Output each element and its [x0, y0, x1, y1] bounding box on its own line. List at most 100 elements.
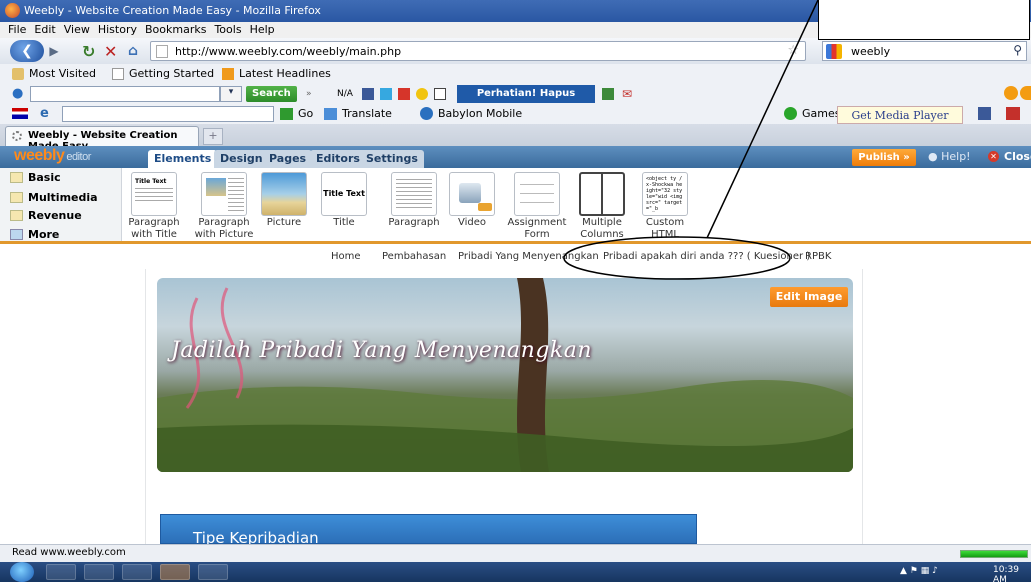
search-magnifier-icon[interactable]: ⚲ [1013, 43, 1022, 57]
search-input[interactable]: weebly ⚲ [822, 41, 1027, 61]
category-more[interactable]: More [10, 228, 59, 241]
bookmark-getting-started[interactable]: Getting Started [112, 67, 214, 80]
tab-weebly[interactable]: Weebly - Website Creation Made Easy [5, 126, 199, 152]
bookmark-most-visited[interactable]: Most Visited [12, 67, 96, 80]
category-multimedia[interactable]: Multimedia [10, 191, 98, 204]
site-nav-rpbk[interactable]: RPBK [805, 251, 831, 262]
menu-view[interactable]: View [64, 23, 90, 36]
toolbar-orange-icon[interactable] [1004, 86, 1018, 100]
toolbar-chevron-icon[interactable]: » [306, 86, 312, 102]
status-bar: Read www.weebly.com [0, 544, 1031, 562]
element-multiple-columns[interactable]: Multiple Columns [567, 168, 637, 241]
flag-icon[interactable] [12, 108, 28, 119]
taskbar-app-icon[interactable] [122, 564, 152, 580]
paragraph-thumbnail [391, 172, 437, 216]
rss-icon [222, 67, 234, 80]
toolbar-search-button[interactable]: Search [246, 86, 297, 102]
games-icon [784, 107, 797, 120]
tray-icons[interactable]: ▲ ⚑ ▦ ♪ [900, 566, 938, 576]
element-assignment-form[interactable]: Assignment Form [502, 168, 572, 241]
tab-elements[interactable]: Elements [148, 150, 218, 168]
go-arrow-icon [280, 107, 293, 120]
publish-button[interactable]: Publish » [852, 149, 916, 166]
element-paragraph-with-title[interactable]: Title Text Paragraph with Title [119, 168, 189, 241]
site-nav-pembahasan[interactable]: Pembahasan [382, 251, 446, 262]
element-palette: Basic Multimedia Revenue More Title Text… [0, 168, 1031, 244]
youtube-icon[interactable] [398, 88, 410, 100]
menu-bookmarks[interactable]: Bookmarks [145, 23, 206, 36]
element-video[interactable]: Video [437, 168, 507, 241]
taskbar-media-icon[interactable] [84, 564, 114, 580]
menu-history[interactable]: History [98, 23, 137, 36]
site-nav-home[interactable]: Home [331, 251, 361, 262]
forward-button[interactable]: ▶ [42, 40, 66, 62]
back-button[interactable]: ❮ [10, 40, 44, 62]
toolbar-search-input[interactable] [30, 86, 220, 102]
close-editor-button[interactable]: ✕Close [988, 150, 1031, 163]
addon-toolbar-2: е Go Translate Babylon Mobile Games Get … [0, 104, 1031, 139]
multiple-columns-thumbnail [579, 172, 625, 216]
category-revenue[interactable]: Revenue [10, 209, 82, 222]
tab-editors[interactable]: Editors [310, 150, 366, 168]
tab-design[interactable]: Design [214, 150, 269, 168]
babylon-mobile-button[interactable]: Babylon Mobile [420, 107, 522, 120]
help-link[interactable]: ● Help! [928, 150, 971, 163]
bookmark-latest-headlines[interactable]: Latest Headlines [222, 67, 331, 80]
element-categories: Basic Multimedia Revenue More [0, 168, 122, 241]
taskbar-explorer-icon[interactable] [46, 564, 76, 580]
stop-icon[interactable]: ✕ [104, 40, 117, 62]
toolbar-orange-icon-2[interactable] [1020, 86, 1031, 100]
reload-icon[interactable]: ↻ [82, 40, 95, 62]
header-banner-image[interactable]: Jadilah Pribadi Yang Menyenangkan Edit I… [157, 278, 853, 472]
smiley-icon[interactable] [416, 88, 428, 100]
mail-icon[interactable]: ✉ [622, 86, 632, 102]
facebook-icon[interactable] [362, 88, 374, 100]
games-button[interactable]: Games [784, 107, 840, 120]
site-nav-pribadi-yang-menyenangkan[interactable]: Pribadi Yang Menyenangkan [458, 251, 599, 262]
paragraph-with-picture-thumbnail [201, 172, 247, 216]
menu-file[interactable]: File [8, 23, 26, 36]
site-navigation: Home Pembahasan Pribadi Yang Menyenangka… [295, 247, 855, 269]
windows-taskbar: ▲ ⚑ ▦ ♪ 10:39 AM [0, 562, 1031, 582]
search-value: weebly [851, 45, 891, 58]
translate-button[interactable]: Translate [324, 107, 392, 120]
amazon-icon[interactable] [434, 88, 446, 100]
bookmarks-toolbar: Most Visited Getting Started Latest Head… [0, 64, 1031, 84]
new-tab-button[interactable]: + [203, 128, 223, 145]
loading-icon [12, 131, 22, 141]
folder-icon [10, 172, 23, 183]
section-header: Tipe Kepribadian [160, 514, 697, 547]
tab-settings[interactable]: Settings [360, 150, 424, 168]
menu-tools[interactable]: Tools [214, 23, 241, 36]
youtube-toolbar-icon[interactable] [1006, 107, 1020, 120]
google-search-engine-icon[interactable] [826, 44, 842, 59]
menu-help[interactable]: Help [250, 23, 275, 36]
search-dropdown[interactable]: ▾ [220, 86, 242, 102]
tab-pages[interactable]: Pages [263, 150, 313, 168]
go-button[interactable]: Go [280, 107, 313, 120]
spyware-warning-button[interactable]: Perhatian! Hapus Spyware [457, 85, 595, 117]
site-nav-kuesioner[interactable]: Pribadi apakah diri anda ??? ( Kuesioner… [603, 251, 810, 262]
most-visited-icon [12, 67, 24, 80]
facebook-share-icon[interactable] [978, 107, 991, 120]
translate-input[interactable] [62, 106, 274, 122]
babylon-icon[interactable]: е [40, 106, 49, 121]
taskbar-window-icon[interactable] [198, 564, 228, 580]
help-icon: ● [928, 150, 942, 163]
taskbar-firefox-icon[interactable] [160, 564, 190, 580]
bookmark-star-icon[interactable]: ☆ [787, 43, 799, 58]
window-title: Weebly - Website Creation Made Easy - Mo… [24, 4, 321, 17]
twitter-icon[interactable] [380, 88, 392, 100]
toolbar-addon-icon[interactable] [602, 88, 614, 100]
element-custom-html[interactable]: <object ty /x-Shockwa height="32 style="… [630, 168, 700, 241]
firefox-icon [5, 3, 20, 18]
element-title[interactable]: Title Text Title [309, 168, 379, 241]
get-media-player-plugin-button[interactable]: Get Media Player Plugin [837, 106, 963, 139]
start-button[interactable] [10, 562, 34, 582]
edit-image-button[interactable]: Edit Image [770, 287, 848, 307]
home-icon[interactable]: ⌂ [128, 40, 138, 62]
folder-icon [10, 192, 23, 203]
category-basic[interactable]: Basic [10, 171, 61, 184]
url-bar[interactable]: http://www.weebly.com/weebly/main.php ☆ [150, 41, 806, 61]
menu-edit[interactable]: Edit [34, 23, 55, 36]
